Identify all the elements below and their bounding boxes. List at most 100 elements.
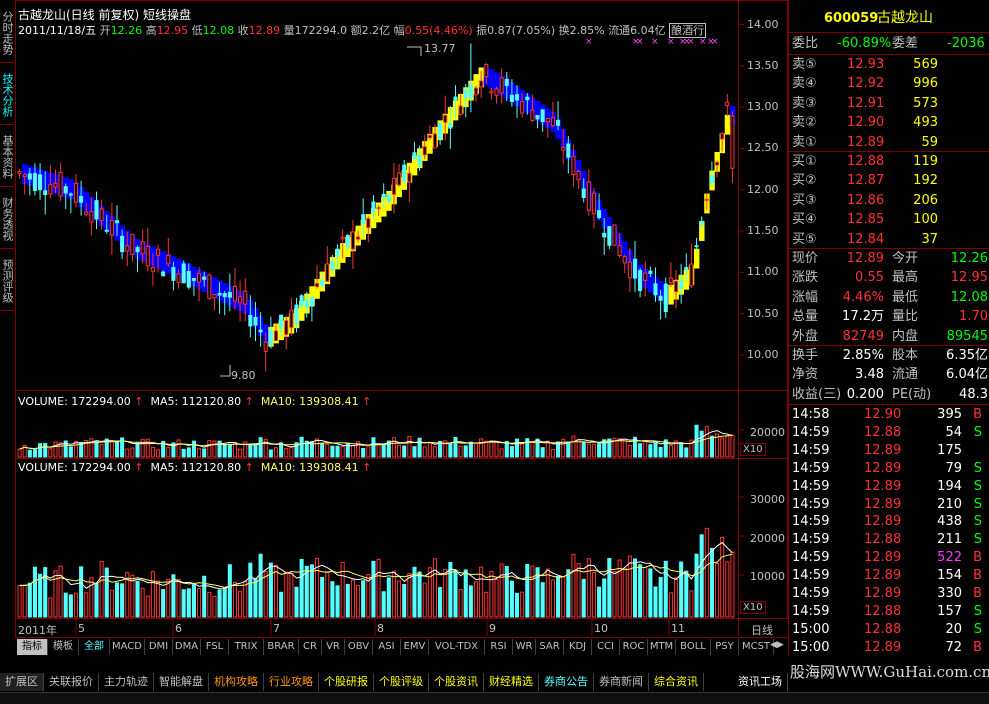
- volume-bar: [468, 585, 473, 618]
- indicator-tab-全部[interactable]: 全部: [79, 639, 110, 655]
- volume-bar: [709, 547, 714, 618]
- bottom-tab-12[interactable]: 综合资讯: [649, 673, 704, 691]
- candle-body: [525, 96, 530, 101]
- volume-bar: [145, 595, 150, 618]
- indicator-tab-fsl[interactable]: FSL: [201, 639, 229, 655]
- indicator-tab-boll[interactable]: BOLL: [676, 639, 711, 655]
- kline-chart[interactable]: × ×× × × ××× × ××: [15, 0, 788, 637]
- candle-body: [550, 117, 555, 127]
- indicator-tab-dma[interactable]: DMA: [173, 639, 201, 655]
- volume-bar: [520, 441, 525, 458]
- indicator-tab-mtm[interactable]: MTM: [648, 639, 676, 655]
- candle-body: [314, 283, 320, 287]
- volume-bar: [314, 438, 320, 458]
- indicator-tab-asi[interactable]: ASI: [373, 639, 401, 655]
- indicator-tab-emv[interactable]: EMV: [401, 639, 429, 655]
- candle-body: [448, 122, 453, 129]
- candle-body: [17, 170, 22, 174]
- bottom-tab-9[interactable]: 财经精选: [484, 673, 539, 691]
- tick-row: 14:59 12.89 194 S: [789, 477, 989, 496]
- indicator-tab-kdj[interactable]: KDJ: [564, 639, 592, 655]
- bottom-tab-13[interactable]: 资讯工场: [733, 673, 788, 691]
- indicator-tab-psy[interactable]: PSY: [711, 639, 739, 655]
- candle-body: [273, 330, 279, 341]
- tab-technical-analysis[interactable]: 技术分析: [0, 66, 14, 125]
- indicator-tab-sar[interactable]: SAR: [536, 639, 564, 655]
- volume-bar: [504, 441, 509, 458]
- indicator-tab-wr[interactable]: WR: [513, 639, 536, 655]
- candle-body: [591, 192, 597, 215]
- tab-time-sharing[interactable]: 分时走势: [0, 4, 14, 63]
- candle-body: [417, 155, 422, 166]
- bottom-tab-11[interactable]: 券商新闻: [594, 673, 649, 691]
- sell-level-price: 12.92: [847, 76, 885, 92]
- bottom-tab-3[interactable]: 智能解盘: [154, 673, 209, 691]
- indicator-tab-模板[interactable]: 模板: [48, 639, 79, 655]
- sell-level-row: 卖③ 12.91 573: [789, 94, 989, 113]
- bottom-tab-1[interactable]: 关联报价: [44, 673, 99, 691]
- volume-bar: [514, 438, 520, 458]
- vol2-tick-20000: 20000: [750, 532, 785, 545]
- candle-body: [622, 256, 627, 264]
- volume-bar: [289, 572, 294, 618]
- volume-bar: [345, 583, 350, 618]
- candle-body: [309, 296, 314, 307]
- volume-bar: [622, 567, 627, 618]
- indicator-tab-指标[interactable]: 指标: [17, 639, 48, 655]
- indicator-tab-brar[interactable]: BRAR: [264, 639, 299, 655]
- volume-bar: [43, 442, 48, 458]
- candle-body: [725, 101, 730, 107]
- bottom-tab-6[interactable]: 个股研报: [319, 673, 374, 691]
- indicator-tab-rsi[interactable]: RSI: [485, 639, 513, 655]
- candle-body: [479, 80, 484, 88]
- indicator-tab-roc[interactable]: ROC: [620, 639, 648, 655]
- candle-body: [627, 261, 632, 279]
- indicator-tab-cci[interactable]: CCI: [592, 639, 620, 655]
- stat-label: 外盘: [792, 328, 819, 344]
- stat-label: 内盘: [892, 328, 919, 344]
- price-tick-label: 11.00: [747, 265, 779, 279]
- period-label[interactable]: 日线: [751, 622, 773, 638]
- indicator-tab-trix[interactable]: TRIX: [229, 639, 264, 655]
- bottom-tab-2[interactable]: 主力轨迹: [99, 673, 154, 691]
- indicator-tab-obv[interactable]: OBV: [345, 639, 373, 655]
- sector-badge[interactable]: 酿酒行: [669, 23, 707, 38]
- volume-bar: [499, 448, 504, 458]
- candle-body: [602, 232, 607, 238]
- volume-bar: [356, 584, 361, 618]
- candle-body: [79, 195, 84, 203]
- bottom-tab-10[interactable]: 券商公告: [539, 673, 594, 691]
- volume-bar: [350, 579, 355, 618]
- bottom-tab-7[interactable]: 个股评级: [374, 673, 429, 691]
- indicator-tab-mcst[interactable]: MCST: [739, 639, 774, 655]
- candle-body: [63, 186, 68, 194]
- bottom-tab-0[interactable]: 扩展区: [0, 673, 44, 691]
- candle-body: [643, 272, 648, 281]
- bottom-tab-5[interactable]: 行业攻略: [264, 673, 319, 691]
- candle-body: [679, 279, 684, 289]
- volume-bar: [340, 561, 345, 618]
- indicator-tab-cr[interactable]: CR: [299, 639, 322, 655]
- tab-financial[interactable]: 财务透视: [0, 190, 14, 249]
- tab-basic-info[interactable]: 基本资料: [0, 128, 14, 187]
- bottom-tab-4[interactable]: 机构攻略: [209, 673, 264, 691]
- indicator-tab-dmi[interactable]: DMI: [145, 639, 173, 655]
- indicator-tab-macd[interactable]: MACD: [110, 639, 145, 655]
- candle-body: [207, 274, 212, 299]
- volume-bar: [463, 445, 468, 458]
- bottom-tab-8[interactable]: 个股资讯: [429, 673, 484, 691]
- indicator-tab-vr[interactable]: VR: [322, 639, 345, 655]
- volume-bar: [684, 570, 689, 618]
- stat-row: 外盘 82749 内盘 89545: [789, 327, 989, 346]
- volume-bar: [99, 561, 104, 618]
- tab-forecast[interactable]: 预测评级: [0, 252, 14, 311]
- close-label: 收: [237, 24, 249, 37]
- indicator-tab-vol-tdx[interactable]: VOL-TDX: [429, 639, 485, 655]
- signal-marker: ×: [687, 37, 695, 47]
- candle-body: [345, 235, 350, 248]
- stat-value: 89545: [946, 328, 988, 344]
- month-label: 7: [273, 622, 280, 635]
- candle-body: [371, 201, 376, 213]
- tick-time: 15:00: [792, 639, 830, 655]
- scroll-arrows[interactable]: ◀▶: [770, 640, 784, 652]
